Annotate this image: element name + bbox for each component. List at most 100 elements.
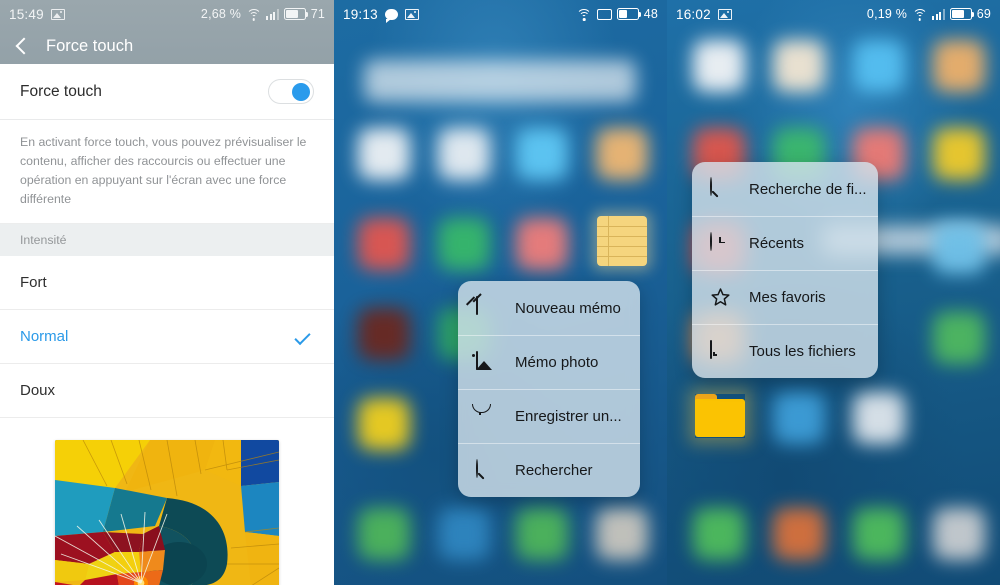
status-bar-left: 15:49 bbox=[9, 7, 65, 22]
menu-item-enregistrer[interactable]: Enregistrer un... bbox=[458, 389, 640, 443]
app-icon-blurred[interactable] bbox=[773, 392, 825, 444]
app-icon-blurred[interactable] bbox=[516, 508, 568, 560]
force-touch-description: En activant force touch, vous pouvez pré… bbox=[0, 120, 334, 225]
menu-item-rechercher[interactable]: Rechercher bbox=[458, 443, 640, 497]
status-bar-panel1: 15:49 2,68 % 71 bbox=[0, 0, 334, 28]
app-icon-blurred[interactable] bbox=[853, 392, 905, 444]
preview-area: Appuyez sur l'image pour tester l'intens… bbox=[0, 418, 334, 585]
data-rate-label: 0,19 % bbox=[866, 7, 908, 21]
wifi-icon bbox=[246, 8, 262, 21]
star-icon bbox=[710, 287, 732, 309]
page-title: Force touch bbox=[46, 36, 134, 55]
menu-item-memo-photo[interactable]: Mémo photo bbox=[458, 335, 640, 389]
settings-content: Force touch En activant force touch, vou… bbox=[0, 64, 334, 585]
status-bar-panel2: 19:13 48 bbox=[334, 0, 667, 28]
app-icon-blurred[interactable] bbox=[933, 40, 985, 92]
app-icon-blurred[interactable] bbox=[853, 40, 905, 92]
battery-icon bbox=[283, 8, 309, 20]
app-icon-blurred[interactable] bbox=[933, 222, 985, 274]
panel-home-notes: 19:13 48 Nouveau mémo Mémo photo Enregis… bbox=[334, 0, 667, 585]
file-manager-folder-icon[interactable] bbox=[695, 394, 745, 438]
photo-icon bbox=[476, 350, 498, 374]
switch-knob bbox=[292, 82, 310, 101]
signal-icon bbox=[932, 8, 945, 20]
search-icon bbox=[476, 458, 498, 482]
app-icon-blurred[interactable] bbox=[358, 128, 410, 180]
rect-icon bbox=[596, 8, 612, 20]
app-icon-blurred[interactable] bbox=[438, 218, 490, 270]
intensity-option-label: Normal bbox=[20, 328, 69, 346]
status-bar-right: 0,19 % 69 bbox=[867, 7, 991, 21]
battery-level: 48 bbox=[643, 7, 658, 21]
app-icon-blurred[interactable] bbox=[596, 508, 648, 560]
menu-item-tous-les-fichiers[interactable]: Tous les fichiers bbox=[692, 324, 878, 378]
status-time: 16:02 bbox=[676, 6, 711, 22]
force-touch-switch[interactable] bbox=[268, 79, 314, 104]
app-icon-blurred[interactable] bbox=[693, 40, 745, 92]
app-icon-blurred[interactable] bbox=[693, 508, 745, 560]
app-icon-blurred[interactable] bbox=[358, 508, 410, 560]
panel-home-files: 16:02 0,19 % 69 Recherche de fi... Récen… bbox=[667, 0, 1000, 585]
picture-icon bbox=[50, 8, 65, 20]
status-time: 15:49 bbox=[9, 6, 44, 22]
status-bar-left: 16:02 bbox=[676, 7, 732, 22]
app-icon-blurred[interactable] bbox=[773, 40, 825, 92]
app-icon-blurred[interactable] bbox=[438, 128, 490, 180]
menu-item-recherche-fichiers[interactable]: Recherche de fi... bbox=[692, 162, 878, 216]
picture-icon bbox=[717, 8, 732, 20]
menu-item-label: Mémo photo bbox=[515, 354, 599, 371]
menu-item-label: Nouveau mémo bbox=[515, 299, 621, 317]
section-header-intensity: Intensité bbox=[0, 224, 334, 257]
status-bar-right: 48 bbox=[576, 7, 658, 21]
menu-item-label: Enregistrer un... bbox=[515, 408, 622, 425]
app-icon-blurred[interactable] bbox=[516, 218, 568, 270]
app-icon-blurred[interactable] bbox=[773, 508, 825, 560]
microphone-icon bbox=[476, 406, 498, 428]
app-icon-blurred[interactable] bbox=[596, 128, 648, 180]
files-icon bbox=[710, 339, 732, 363]
wifi-icon bbox=[912, 8, 928, 21]
back-chevron-icon[interactable] bbox=[15, 37, 33, 55]
menu-item-label: Mes favoris bbox=[749, 289, 826, 306]
menu-item-label: Recherche de fi... bbox=[749, 180, 867, 198]
intensity-option-normal[interactable]: Normal bbox=[0, 310, 334, 365]
menu-item-mes-favoris[interactable]: Mes favoris bbox=[692, 270, 878, 324]
notes-app-icon[interactable] bbox=[597, 216, 647, 266]
force-touch-toggle-label: Force touch bbox=[20, 82, 102, 100]
app-icon-blurred[interactable] bbox=[933, 128, 985, 180]
folder-body bbox=[695, 399, 745, 437]
wifi-icon bbox=[576, 8, 592, 21]
battery-icon bbox=[616, 8, 642, 20]
app-icon-blurred[interactable] bbox=[933, 312, 985, 364]
force-touch-menu-notes: Nouveau mémo Mémo photo Enregistrer un..… bbox=[458, 281, 640, 497]
app-icon-blurred[interactable] bbox=[358, 218, 410, 270]
intensity-option-label: Fort bbox=[20, 274, 47, 292]
intensity-option-doux[interactable]: Doux bbox=[0, 364, 334, 419]
hot-air-balloon-photo[interactable] bbox=[55, 440, 279, 585]
menu-item-nouveau-memo[interactable]: Nouveau mémo bbox=[458, 281, 640, 335]
force-touch-toggle-row[interactable]: Force touch bbox=[0, 64, 334, 120]
status-bar-panel3: 16:02 0,19 % 69 bbox=[667, 0, 1000, 28]
screenshot-stage: 15:49 2,68 % 71 Force touch Force touch bbox=[0, 0, 1000, 585]
status-time: 19:13 bbox=[343, 6, 378, 22]
battery-level: 71 bbox=[310, 7, 325, 21]
app-icon-blurred[interactable] bbox=[853, 508, 905, 560]
menu-item-recents[interactable]: Récents bbox=[692, 216, 878, 270]
checkmark-icon bbox=[294, 328, 311, 345]
menu-item-label: Rechercher bbox=[515, 462, 593, 479]
status-bar-right: 2,68 % 71 bbox=[201, 7, 325, 21]
section-header-label: Intensité bbox=[20, 233, 67, 248]
force-touch-menu-files: Recherche de fi... Récents Mes favoris T… bbox=[692, 162, 878, 378]
app-icon-blurred[interactable] bbox=[358, 308, 410, 360]
intensity-option-label: Doux bbox=[20, 382, 56, 400]
panel-settings-force-touch: 15:49 2,68 % 71 Force touch Force touch bbox=[0, 0, 334, 585]
app-icon-blurred[interactable] bbox=[933, 508, 985, 560]
status-bar-left: 19:13 bbox=[343, 6, 419, 23]
battery-level: 69 bbox=[976, 7, 991, 21]
intensity-option-fort[interactable]: Fort bbox=[0, 256, 334, 311]
app-icon-blurred[interactable] bbox=[516, 128, 568, 180]
balloon-artwork bbox=[55, 440, 279, 585]
signal-icon bbox=[266, 8, 279, 20]
app-icon-blurred[interactable] bbox=[358, 398, 410, 450]
app-icon-blurred[interactable] bbox=[438, 508, 490, 560]
